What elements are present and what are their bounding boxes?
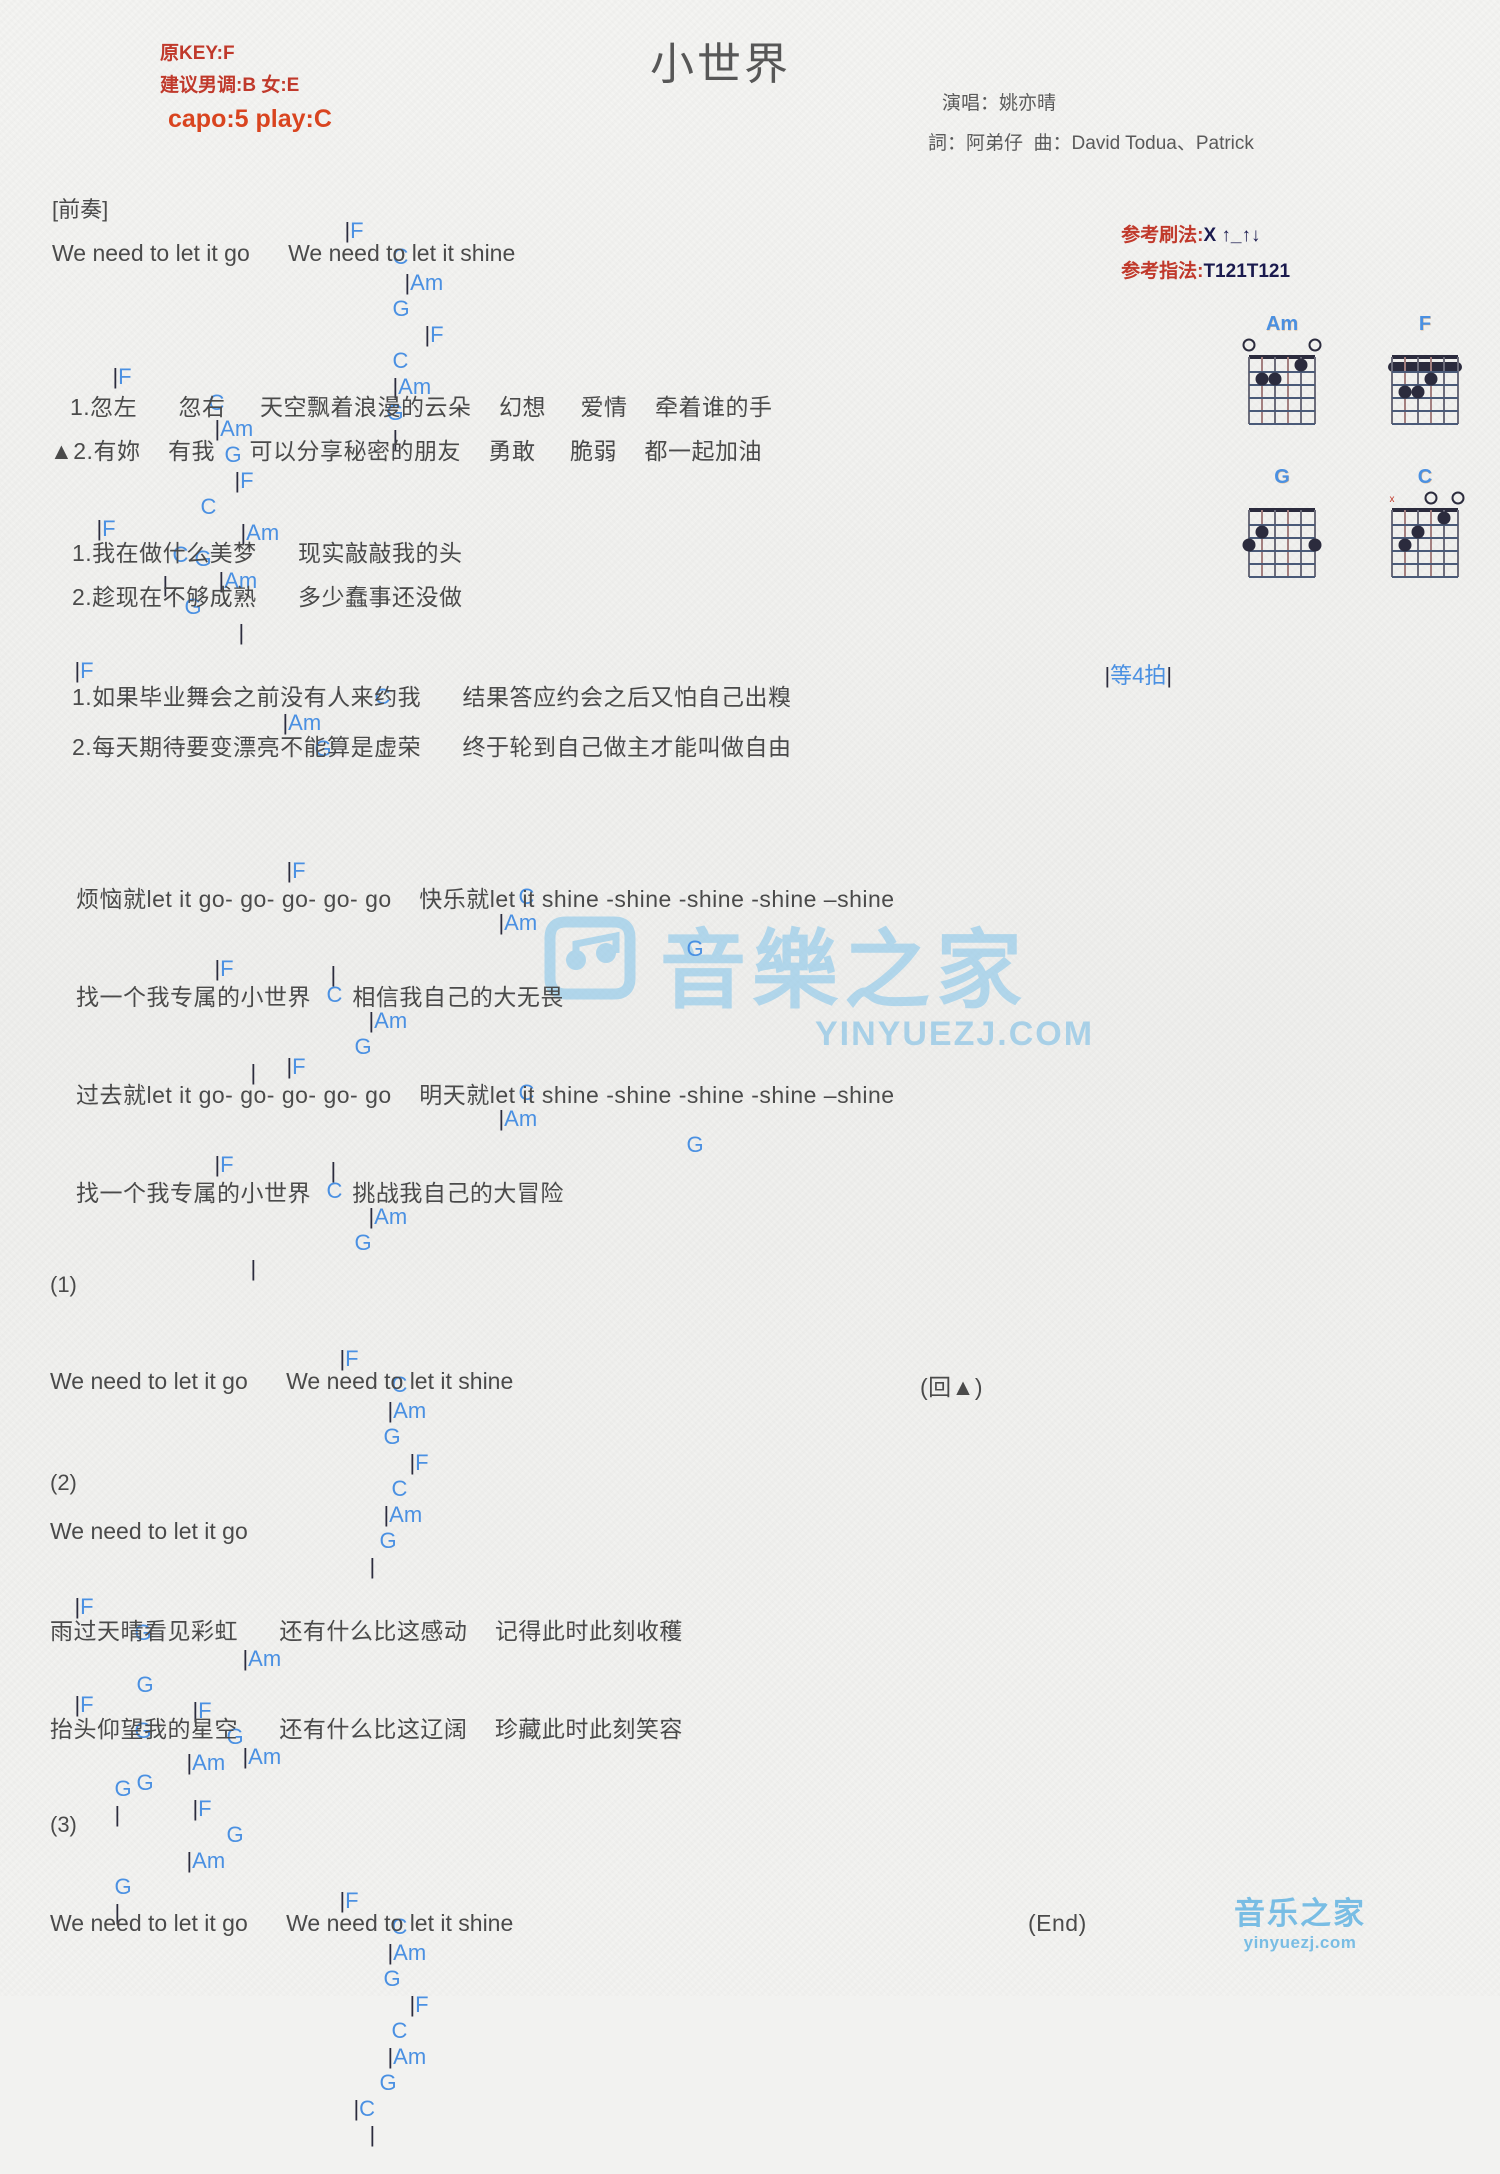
lyric-line-verse1-b: ▲2.有妳 有我 可以分享秘密的朋友 勇敢 脆弱 都一起加油 [50, 438, 763, 464]
chord-diagram-c-name: C [1417, 466, 1433, 488]
chord-diagram-g: G [1240, 465, 1324, 578]
lyric-line-verse2-a: 1.我在做什么美梦 现实敲敲我的头 [72, 540, 463, 566]
lyric-line-part2b: 抬头仰望我的星空 还有什么比这辽阔 珍藏此时此刻笑容 [50, 1716, 683, 1742]
suggested-key: 建议男调:B 女:E [160, 75, 300, 96]
chord-diagram-am: Am [1240, 312, 1324, 425]
lyric-line-chorus1: 烦恼就let it go- go- go- go- go 快乐就let it s… [76, 886, 895, 912]
singer-credit: 演唱：姚亦晴 [942, 93, 1057, 114]
chord-sheet: 原KEY:F 建议男调:B 女:E capo:5 play:C 小世界 演唱：姚… [0, 0, 1500, 2147]
chord-line-part3: |F C |Am G |F C |Am G |C | [339, 1888, 429, 2147]
lyric-line-intro: We need to let it go We need to let it s… [52, 240, 516, 266]
lyric-line-part2a: 雨过天晴看见彩虹 还有什么比这感动 记得此时此刻收穫 [50, 1618, 683, 1644]
lyric-line-part2: We need to let it go [50, 1518, 248, 1544]
beat-marker-verse3: |等4拍| [1104, 663, 1173, 688]
fingering-label: 参考指法: [1121, 261, 1204, 282]
page-title: 小世界 [650, 40, 791, 89]
lyric-line-part1: We need to let it go We need to let it s… [50, 1368, 514, 1394]
chord-diagram-c-grid: x [1383, 489, 1467, 578]
lyric-line-verse3-b: 2.每天期待要变漂亮不能算是虚荣 终于轮到自己做主才能叫做自由 [72, 734, 792, 760]
lyric-line-verse3-a: 1.如果毕业舞会之前没有人来约我 结果答应约会之后又怕自己出糗 [72, 684, 792, 710]
lyric-line-chorus2: 找一个我专属的小世界 相信我自己的大无畏 [76, 984, 564, 1010]
section-label-part2: (2) [50, 1470, 77, 1495]
section-label-part3: (3) [50, 1812, 77, 1837]
lyric-line-chorus3: 过去就let it go- go- go- go- go 明天就let it s… [76, 1082, 895, 1108]
section-label-part1: (1) [50, 1272, 77, 1297]
svg-text:x: x [1390, 494, 1395, 505]
chord-diagram-g-name: G [1274, 466, 1290, 488]
chord-diagram-g-grid [1240, 489, 1324, 578]
end-note-part3: (End) [1028, 1910, 1087, 1936]
chord-diagram-f-name: F [1418, 313, 1432, 335]
fingering-reference: 参考指法:T121T121 [1100, 234, 1290, 305]
chord-diagram-am-grid [1240, 336, 1324, 425]
section-label-intro: [前奏] [52, 197, 109, 222]
original-key: 原KEY:F [160, 43, 235, 64]
chord-line-part1: |F C |Am G |F C |Am G | [339, 1346, 429, 1579]
writers-credit: 詞：阿弟仔 曲：David Todua、Patrick [928, 133, 1254, 154]
capo-setting: capo:5 play:C [168, 105, 332, 133]
chord-diagram-am-name: Am [1265, 313, 1299, 335]
lyric-line-part3: We need to let it go We need to let it s… [50, 1910, 514, 1936]
lyric-line-verse1-a: 1.忽左 忽右 天空飘着浪漫的云朵 幻想 爱情 牵着谁的手 [70, 394, 773, 420]
chord-diagram-f: F [1383, 312, 1467, 425]
lyric-line-verse2-b: 2.趁现在不够成熟 多少蠢事还没做 [72, 584, 463, 610]
repeat-note-part1: (回▲) [920, 1374, 984, 1400]
chord-diagram-f-grid [1383, 336, 1467, 425]
chord-line-chorus4: |F C |Am G | [214, 1152, 408, 1281]
fingering-value: T121T121 [1203, 261, 1291, 282]
chord-diagram-c: C x [1383, 465, 1467, 578]
lyric-line-chorus4: 找一个我专属的小世界 挑战我自己的大冒险 [76, 1180, 564, 1206]
